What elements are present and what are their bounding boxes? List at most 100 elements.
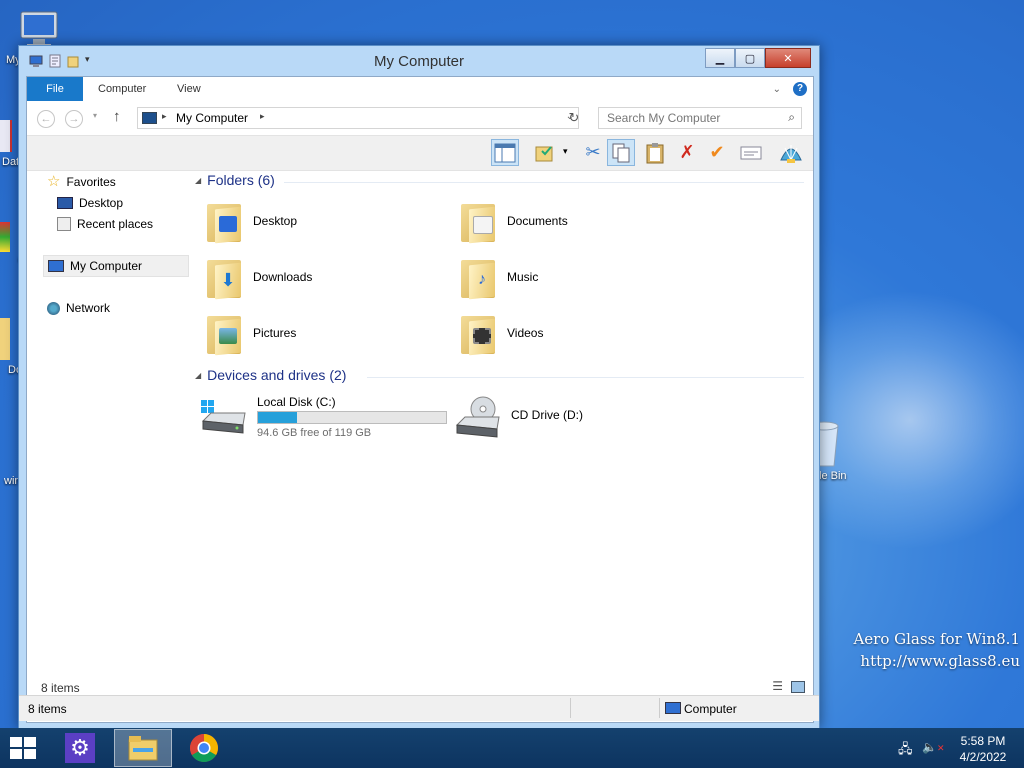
drive-local-disk-c[interactable]: Local Disk (C:) 94.6 GB free of 119 GB: [199, 395, 447, 439]
folder-label: Downloads: [253, 270, 313, 284]
tab-computer[interactable]: Computer: [85, 77, 159, 101]
copy-button[interactable]: [607, 139, 635, 166]
folder-documents-icon: [459, 200, 497, 244]
preview-pane-button[interactable]: [491, 139, 519, 166]
start-button[interactable]: [10, 737, 36, 759]
navigation-bar: ← → ▾ ↑ ▸ My Computer ▸ ⌄ ↻ Search My Co…: [27, 101, 813, 135]
large-icons-view-icon[interactable]: [791, 681, 805, 693]
close-button[interactable]: ✕: [765, 48, 811, 68]
clock[interactable]: 5:58 PM 4/2/2022: [948, 733, 1018, 765]
desktop-icon: [57, 197, 73, 209]
tab-file[interactable]: File: [27, 77, 83, 101]
folders-group-header[interactable]: ◢ Folders (6): [195, 172, 275, 188]
search-input[interactable]: Search My Computer ⌕: [598, 107, 802, 129]
clock-date: 4/2/2022: [959, 750, 1007, 764]
collapse-chevron-icon[interactable]: ◢: [195, 176, 201, 185]
recent-locations-button[interactable]: ▾: [93, 111, 97, 120]
delete-x-icon: ✗: [679, 142, 695, 162]
scissors-icon: ✂: [585, 142, 601, 162]
search-icon[interactable]: ⌕: [788, 110, 795, 125]
hard-drive-icon: [201, 400, 246, 434]
recent-places-icon: [57, 217, 71, 231]
folder-icon: [0, 318, 10, 360]
refresh-icon: ↻: [568, 110, 580, 125]
ribbon-tabs: File Computer View ⌄ ?: [27, 77, 813, 102]
cd-drive-icon: [455, 396, 500, 438]
properties-button[interactable]: [737, 139, 765, 166]
nav-label: Network: [66, 301, 111, 315]
group-divider: [367, 377, 804, 378]
command-toolbar: ▾ ✂ ✗ ✔: [27, 135, 813, 171]
tab-view[interactable]: View: [164, 77, 214, 101]
breadcrumb-chevron-icon[interactable]: ▸: [260, 111, 265, 122]
star-icon: ☆: [47, 173, 61, 190]
folder-music[interactable]: ♪ Music: [459, 256, 539, 300]
status-divider: [659, 698, 660, 718]
folder-check-icon: [535, 145, 553, 161]
nav-network[interactable]: Network: [47, 298, 110, 318]
volume-muted-icon[interactable]: 🔈✕: [922, 740, 945, 754]
breadcrumb[interactable]: My Computer: [176, 111, 248, 125]
folder-downloads[interactable]: ⬇ Downloads: [205, 256, 313, 300]
status-right-text: Computer: [684, 702, 737, 716]
drive-cd-d[interactable]: CD Drive (D:): [453, 395, 583, 438]
nav-recent-places[interactable]: Recent places: [57, 214, 153, 234]
navigation-pane: ☆ Favorites Desktop Recent places My Com…: [27, 170, 189, 650]
clock-time: 5:58 PM: [960, 734, 1006, 748]
folder-options-dropdown-icon[interactable]: ▾: [563, 146, 568, 157]
devices-group-header[interactable]: ◢ Devices and drives (2): [195, 367, 346, 383]
drive-usage-bar: [257, 411, 447, 424]
taskbar-settings-app[interactable]: ⚙: [60, 730, 100, 766]
folder-documents[interactable]: Documents: [459, 200, 568, 244]
window-client: File Computer View ⌄ ? ← → ▾ ↑ ▸ My Comp…: [26, 76, 814, 723]
explorer-window: ▾ My Computer ▁ ▢ ✕ File Computer View ⌄…: [18, 45, 820, 729]
cut-button[interactable]: ✂: [579, 139, 607, 166]
folder-label: Music: [507, 270, 539, 284]
up-arrow-icon: ↑: [113, 108, 121, 125]
nav-my-computer[interactable]: My Computer: [43, 255, 189, 277]
forward-button[interactable]: →: [65, 110, 83, 128]
refresh-button[interactable]: ↻: [563, 108, 585, 128]
taskbar-chrome-app[interactable]: [186, 731, 222, 765]
preview-pane-icon: [494, 143, 516, 162]
up-button[interactable]: ↑: [113, 108, 121, 125]
folder-label: Pictures: [253, 326, 297, 340]
title-bar[interactable]: ▾ My Computer ▁ ▢ ✕: [19, 46, 819, 76]
ribbon-right-controls: ⌄ ?: [773, 82, 807, 96]
details-view-icon[interactable]: ☰: [772, 679, 783, 693]
collapse-chevron-icon[interactable]: ◢: [195, 371, 201, 380]
taskbar-file-explorer-app[interactable]: [114, 729, 172, 767]
nav-favorites[interactable]: ☆ Favorites: [47, 172, 116, 192]
expand-ribbon-icon[interactable]: ⌄: [773, 84, 781, 95]
maximize-button[interactable]: ▢: [735, 48, 765, 68]
properties-icon: [740, 146, 762, 159]
folder-label: Videos: [507, 326, 544, 340]
network-tray-icon[interactable]: 🖧: [898, 740, 913, 762]
status-bar: 8 items Computer: [19, 695, 819, 721]
help-icon[interactable]: ?: [793, 82, 807, 96]
nav-desktop[interactable]: Desktop: [57, 193, 123, 213]
computer-icon: [142, 112, 157, 124]
rename-button[interactable]: ✔: [703, 139, 731, 166]
shell-button[interactable]: [777, 139, 805, 166]
nav-label: Favorites: [66, 175, 116, 189]
app-icon: [0, 222, 10, 252]
folder-options-button[interactable]: [531, 139, 559, 166]
folder-videos[interactable]: Videos: [459, 312, 544, 356]
minimize-button[interactable]: ▁: [705, 48, 735, 68]
window-controls: ▁ ▢ ✕: [705, 48, 811, 68]
folder-pictures[interactable]: Pictures: [205, 312, 297, 356]
minimize-icon: ▁: [715, 52, 725, 65]
status-left-text: 8 items: [28, 702, 67, 716]
shell-icon: [780, 144, 802, 163]
item-count: 8 items: [41, 681, 80, 695]
back-button[interactable]: ←: [37, 110, 55, 128]
checkmark-icon: ✔: [709, 142, 725, 162]
delete-button[interactable]: ✗: [673, 139, 701, 166]
breadcrumb-chevron-icon[interactable]: ▸: [162, 111, 167, 122]
hard-drive-icon: [199, 395, 247, 435]
address-bar[interactable]: ▸ My Computer ▸ ⌄: [137, 107, 579, 129]
paste-button[interactable]: [641, 139, 669, 166]
window-title: My Computer: [373, 53, 465, 70]
folder-desktop[interactable]: Desktop: [205, 200, 297, 244]
